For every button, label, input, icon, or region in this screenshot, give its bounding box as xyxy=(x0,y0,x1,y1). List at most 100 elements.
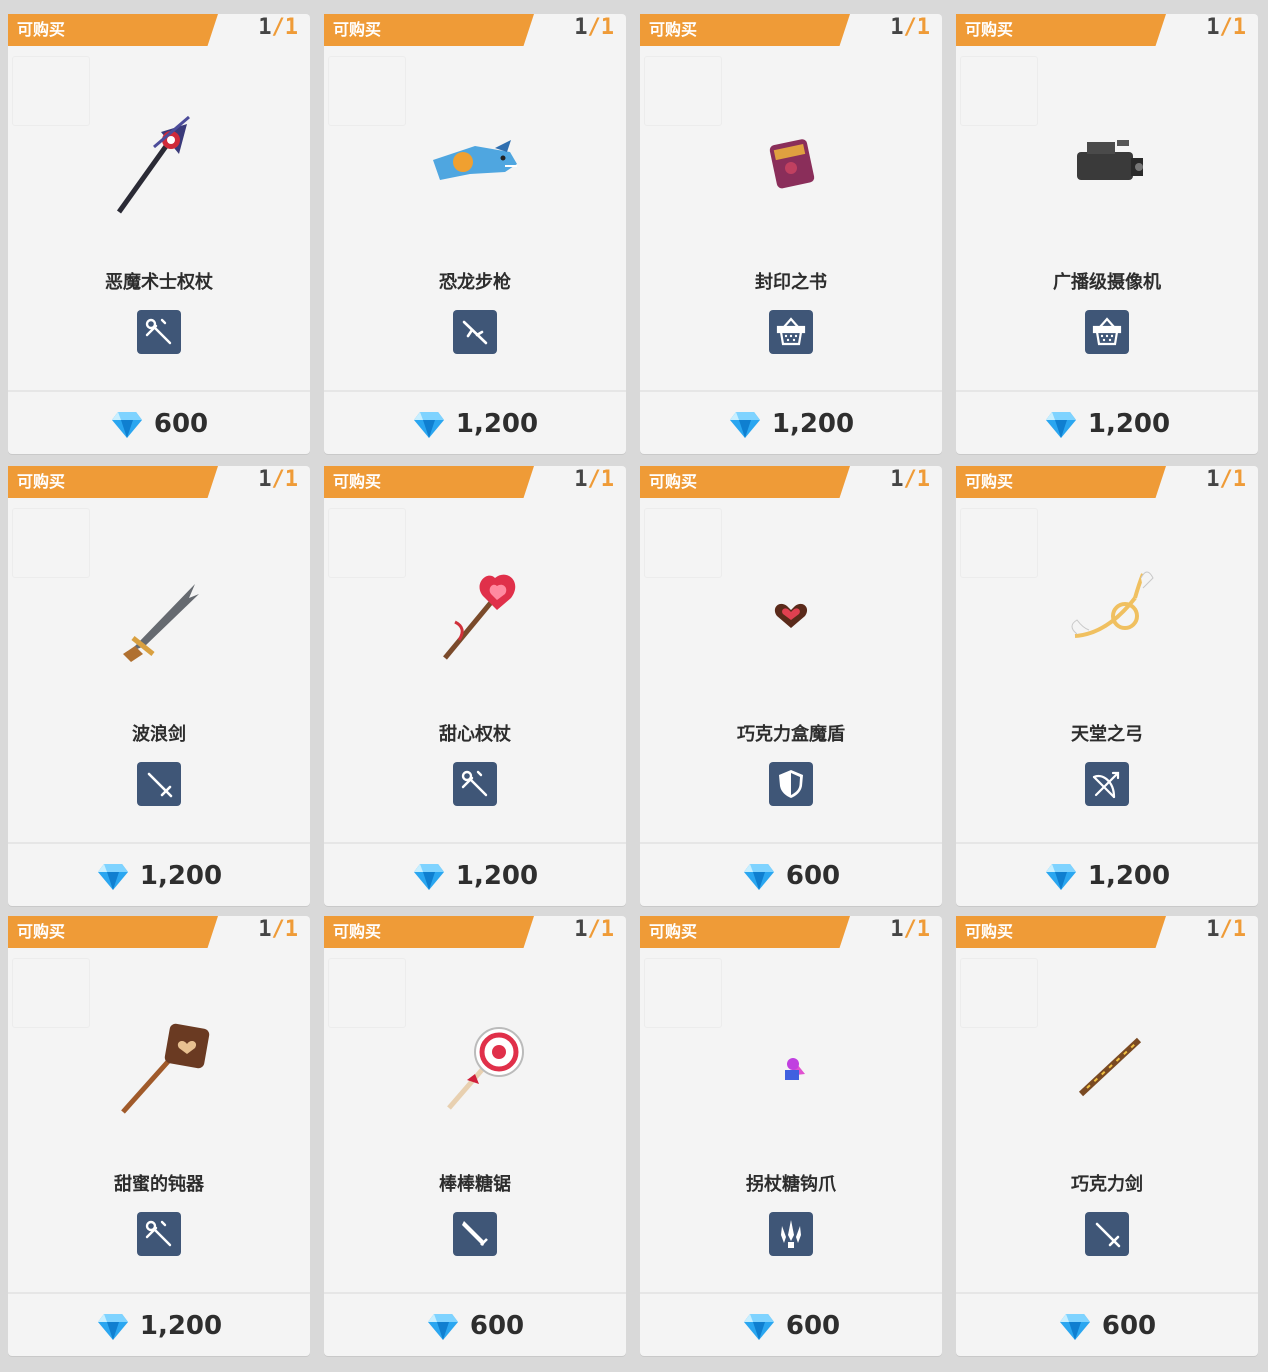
shop-item-card[interactable]: 可购买 1/1 天堂之弓 1,200 xyxy=(956,466,1258,906)
card-divider xyxy=(640,842,942,844)
shop-item-card[interactable]: 可购买 1/1 甜蜜的钝器 1,200 xyxy=(8,916,310,1356)
demon-staff-image xyxy=(116,115,190,214)
price-row[interactable]: 600 xyxy=(640,854,942,898)
price-row[interactable]: 1,200 xyxy=(324,854,626,898)
item-price: 1,200 xyxy=(139,1311,223,1341)
item-slot-placeholder xyxy=(12,56,90,126)
staff-icon xyxy=(453,762,497,806)
sweet-mace-image xyxy=(121,1023,210,1114)
staff-icon xyxy=(137,1212,181,1256)
purchase-count: 1/1 xyxy=(574,917,614,942)
camera-image xyxy=(1077,140,1143,180)
dino-rifle-image xyxy=(433,140,517,180)
sword-icon xyxy=(137,762,181,806)
heart-staff-image xyxy=(443,574,516,660)
claw-icon xyxy=(769,1212,813,1256)
purchasable-badge: 可购买 xyxy=(640,14,850,46)
item-slot-placeholder xyxy=(328,958,406,1028)
item-name: 波浪剑 xyxy=(132,724,186,745)
lollipop-saw-image xyxy=(447,1027,524,1110)
item-price: 1,200 xyxy=(455,409,539,439)
price-row[interactable]: 600 xyxy=(640,1304,942,1348)
shop-item-card[interactable]: 可购买 1/1 巧克力盒魔盾 600 xyxy=(640,466,942,906)
item-name: 拐杖糖钩爪 xyxy=(746,1174,836,1195)
card-divider xyxy=(324,842,626,844)
shop-item-card[interactable]: 可购买 1/1 恶魔术士权杖 600 xyxy=(8,14,310,454)
item-price: 1,200 xyxy=(455,861,539,891)
shield-icon xyxy=(769,762,813,806)
gem-icon xyxy=(97,1314,128,1340)
shop-item-card[interactable]: 可购买 1/1 恐龙步枪 1,200 xyxy=(324,14,626,454)
shop-item-card[interactable]: 可购买 1/1 广播级摄像机 1,200 xyxy=(956,14,1258,454)
purchase-count: 1/1 xyxy=(890,467,930,492)
price-row[interactable]: 600 xyxy=(8,402,310,446)
shop-item-card[interactable]: 可购买 1/1 波浪剑 1,200 xyxy=(8,466,310,906)
gem-icon xyxy=(427,1314,458,1340)
card-divider xyxy=(8,390,310,392)
price-row[interactable]: 600 xyxy=(956,1304,1258,1348)
purchase-count: 1/1 xyxy=(258,15,298,40)
purchasable-badge: 可购买 xyxy=(8,916,218,948)
item-name: 广播级摄像机 xyxy=(1053,272,1161,293)
item-name: 甜心权杖 xyxy=(439,724,511,745)
item-name: 甜蜜的钝器 xyxy=(114,1174,204,1195)
item-name: 恐龙步枪 xyxy=(439,272,511,293)
shop-item-card[interactable]: 可购买 1/1 封印之书 1,200 xyxy=(640,14,942,454)
item-slot-placeholder xyxy=(644,56,722,126)
blade-icon xyxy=(453,1212,497,1256)
purchase-count: 1/1 xyxy=(890,917,930,942)
card-divider xyxy=(956,1292,1258,1294)
shop-item-card[interactable]: 可购买 1/1 棒棒糖锯 600 xyxy=(324,916,626,1356)
choco-shield-image xyxy=(774,603,808,628)
shop-grid: 可购买 1/1 恶魔术士权杖 600 可购买 1/1 恐龙步枪 1,200 可购… xyxy=(0,0,1268,1372)
card-divider xyxy=(640,1292,942,1294)
card-divider xyxy=(8,842,310,844)
purchasable-badge: 可购买 xyxy=(8,14,218,46)
item-slot-placeholder xyxy=(960,56,1038,126)
purchase-count: 1/1 xyxy=(258,467,298,492)
gem-icon xyxy=(1045,864,1076,890)
price-row[interactable]: 1,200 xyxy=(956,402,1258,446)
purchasable-badge: 可购买 xyxy=(956,916,1166,948)
item-price: 1,200 xyxy=(139,861,223,891)
purchasable-badge: 可购买 xyxy=(640,466,850,498)
item-name: 天堂之弓 xyxy=(1071,724,1143,745)
item-name: 棒棒糖锯 xyxy=(439,1174,511,1195)
purchasable-badge: 可购买 xyxy=(324,14,534,46)
item-slot-placeholder xyxy=(644,958,722,1028)
choco-sword-image xyxy=(1078,1037,1142,1097)
item-slot-placeholder xyxy=(960,508,1038,578)
price-row[interactable]: 1,200 xyxy=(956,854,1258,898)
gem-icon xyxy=(743,1314,774,1340)
shop-item-card[interactable]: 可购买 1/1 甜心权杖 1,200 xyxy=(324,466,626,906)
item-price: 1,200 xyxy=(1087,861,1171,891)
price-row[interactable]: 1,200 xyxy=(640,402,942,446)
purchasable-badge: 可购买 xyxy=(324,916,534,948)
item-price: 1,200 xyxy=(771,409,855,439)
card-divider xyxy=(8,1292,310,1294)
item-slot-placeholder xyxy=(644,508,722,578)
purchasable-badge: 可购买 xyxy=(956,466,1166,498)
card-divider xyxy=(640,390,942,392)
item-price: 600 xyxy=(153,409,209,439)
item-name: 封印之书 xyxy=(755,272,827,293)
item-slot-placeholder xyxy=(12,508,90,578)
gem-icon xyxy=(743,864,774,890)
price-row[interactable]: 1,200 xyxy=(8,854,310,898)
purchase-count: 1/1 xyxy=(1206,15,1246,40)
shop-item-card[interactable]: 可购买 1/1 拐杖糖钩爪 600 xyxy=(640,916,942,1356)
shop-item-card[interactable]: 可购买 1/1 巧克力剑 600 xyxy=(956,916,1258,1356)
gem-icon xyxy=(111,412,142,438)
sword-icon xyxy=(1085,1212,1129,1256)
sealed-book-image xyxy=(769,139,815,189)
price-row[interactable]: 600 xyxy=(324,1304,626,1348)
gem-icon xyxy=(413,412,444,438)
wave-sword-image xyxy=(123,584,199,662)
item-price: 1,200 xyxy=(1087,409,1171,439)
card-divider xyxy=(956,842,1258,844)
price-row[interactable]: 1,200 xyxy=(8,1304,310,1348)
card-divider xyxy=(956,390,1258,392)
purchasable-badge: 可购买 xyxy=(324,466,534,498)
item-price: 600 xyxy=(785,1311,841,1341)
price-row[interactable]: 1,200 xyxy=(324,402,626,446)
